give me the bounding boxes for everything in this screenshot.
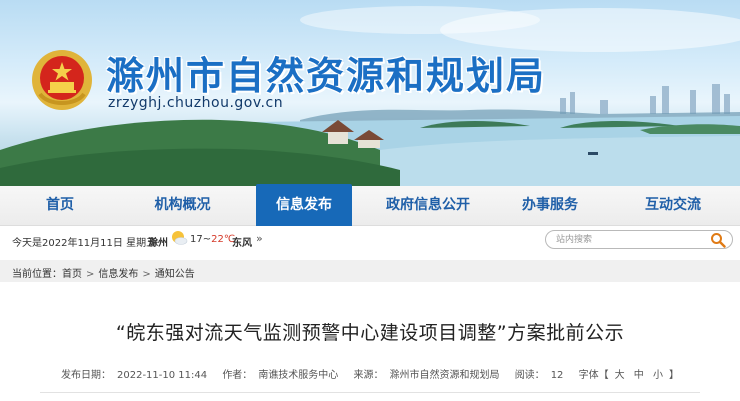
current-date: 今天是2022年11月11日 星期五 xyxy=(12,238,157,249)
font-size-control: 字体【大 中 小】 xyxy=(578,370,679,381)
weather-wind: 东风 xyxy=(232,238,252,249)
weather-more-icon[interactable]: » xyxy=(256,232,263,245)
site-banner: 滁州市自然资源和规划局 zrzyghj.chuzhou.gov.cn xyxy=(0,0,740,186)
site-title: 滁州市自然资源和规划局 xyxy=(106,54,547,98)
breadcrumb-news[interactable]: 信息发布 xyxy=(98,269,138,280)
breadcrumb-prefix: 当前位置： xyxy=(12,269,62,280)
meta-author: 作者： 南谯技术服务中心 xyxy=(222,370,339,381)
weather-temperature: 17~22℃ xyxy=(190,234,236,245)
meta-views: 阅读： 12 xyxy=(514,370,564,381)
font-large-button[interactable]: 大 xyxy=(615,370,625,381)
nav-item-services[interactable]: 办事服务 xyxy=(505,186,595,226)
nav-item-news[interactable]: 信息发布 xyxy=(256,184,352,226)
nav-item-organization[interactable]: 机构概况 xyxy=(135,186,230,226)
main-nav: 首页 机构概况 信息发布 政府信息公开 办事服务 互动交流 xyxy=(0,184,740,226)
breadcrumb-separator: > xyxy=(86,269,95,280)
breadcrumb: 当前位置：首页 > 信息发布 > 通知公告 xyxy=(0,260,740,282)
sun-cloud-icon xyxy=(172,231,188,245)
breadcrumb-notices[interactable]: 通知公告 xyxy=(155,269,195,280)
site-url: zrzyghj.chuzhou.gov.cn xyxy=(108,95,284,111)
nav-item-home[interactable]: 首页 xyxy=(20,186,100,226)
national-emblem-icon xyxy=(32,50,92,110)
search-input[interactable] xyxy=(556,233,696,246)
breadcrumb-home[interactable]: 首页 xyxy=(62,269,82,280)
meta-published: 发布日期： 2022-11-10 11:44 xyxy=(61,370,208,381)
meta-source: 来源： 滁州市自然资源和规划局 xyxy=(353,370,500,381)
article-title: “皖东强对流天气监测预警中心建设项目调整”方案批前公示 xyxy=(115,322,625,344)
nav-item-interaction[interactable]: 互动交流 xyxy=(628,186,718,226)
font-small-button[interactable]: 小 xyxy=(653,370,663,381)
weather-city: 滁州 xyxy=(148,238,168,249)
search-icon[interactable] xyxy=(710,232,726,248)
divider xyxy=(40,392,700,393)
nav-item-gov-info[interactable]: 政府信息公开 xyxy=(378,186,478,226)
site-search xyxy=(545,230,733,249)
info-bar: 今天是2022年11月11日 星期五 滁州 17~22℃ 东风 » xyxy=(0,227,740,254)
breadcrumb-separator: > xyxy=(142,269,151,280)
font-medium-button[interactable]: 中 xyxy=(634,370,644,381)
article-meta: 发布日期： 2022-11-10 11:44 作者： 南谯技术服务中心 来源： 滁州市… xyxy=(0,366,740,381)
